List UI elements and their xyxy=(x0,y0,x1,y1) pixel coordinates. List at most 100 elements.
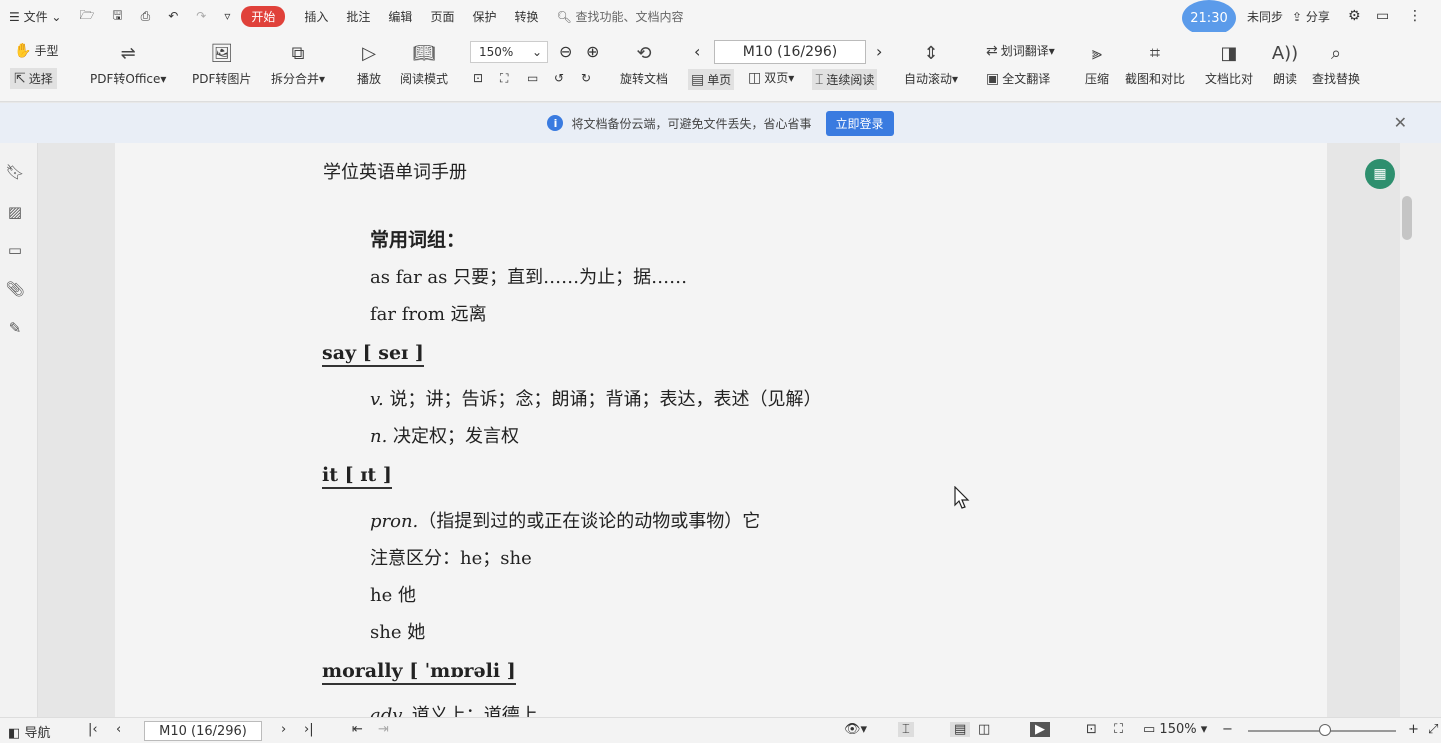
auto-scroll-button[interactable]: ⇕ 自动滚动▾ xyxy=(904,40,958,87)
next-page-icon[interactable]: › xyxy=(876,42,882,61)
bookmark-icon[interactable]: 🔖︎ xyxy=(5,163,24,181)
eye-protect-icon[interactable]: 👁︎▾ xyxy=(844,722,867,737)
tab-insert[interactable]: 插入 xyxy=(295,8,337,25)
save-icon[interactable]: 🖫 xyxy=(103,6,131,27)
image-icon: 🖼︎ xyxy=(210,42,234,64)
phrase-line: far from 远离 xyxy=(370,304,487,325)
tab-convert[interactable]: 转换 xyxy=(505,8,547,25)
headword: morally [ ˈmɒrəli ] xyxy=(322,660,516,685)
tab-start[interactable]: 开始 xyxy=(241,5,286,27)
continuous-icon[interactable]: ⌶ xyxy=(898,722,914,737)
zoom-slider-handle[interactable] xyxy=(1319,724,1331,736)
split-merge-button[interactable]: ⧉ 拆分合并▾ xyxy=(271,40,325,87)
redo-icon[interactable]: ↷ xyxy=(187,9,215,23)
status-bar: ◧ 导航 |‹ ‹ M10 (16/296) › ›| ⇤ ⇥ 👁︎▾ ⌶ ▤ … xyxy=(0,717,1441,743)
search-icon: ⌕ xyxy=(1330,42,1342,64)
share-icon: ⇪ xyxy=(1292,9,1303,24)
undo-icon[interactable]: ↶ xyxy=(159,9,187,23)
document-viewport[interactable]: 学位英语单词手册 常用词组： as far as 只要；直到……为止；据…… f… xyxy=(38,143,1400,717)
close-icon[interactable]: ✕ xyxy=(1394,113,1407,132)
zoom-out-icon[interactable]: ⊖ xyxy=(559,42,572,61)
open-icon[interactable]: 🗁 xyxy=(70,6,103,27)
continuous-read-button[interactable]: ⌶ 连续阅读 xyxy=(812,69,878,90)
word-translate-button[interactable]: ⇄ 划词翻译 ▾ xyxy=(986,42,1055,59)
rotate-doc-button[interactable]: ⟲ 旋转文档 xyxy=(620,40,668,87)
hamburger-icon: ☰ xyxy=(9,9,20,24)
info-icon: i xyxy=(547,115,564,131)
pdf-word-icon: ⇌ xyxy=(120,42,136,64)
hand-tool[interactable]: ✋ 手型 xyxy=(14,42,58,59)
running-head: 学位英语单词手册 xyxy=(323,162,467,183)
zoom-in-icon[interactable]: + xyxy=(1408,722,1419,737)
doc-translate-icon: ▣ xyxy=(986,70,1000,87)
single-page-button[interactable]: ▤ 单页 xyxy=(688,69,735,90)
share-button[interactable]: ⇪ 分享 xyxy=(1283,8,1339,25)
headword: say [ seɪ ] xyxy=(322,342,424,367)
rotate-left-icon[interactable]: ↺ xyxy=(554,71,564,85)
thumbnail-icon[interactable]: ▨ xyxy=(6,203,24,221)
fullscreen-icon[interactable]: ⤢ xyxy=(1428,722,1438,737)
read-mode-button[interactable]: 📖︎ 阅读模式 xyxy=(400,40,448,87)
search-box[interactable]: 🔍︎ 查找功能、文档内容 xyxy=(547,8,692,25)
doc-compare-button[interactable]: ◨ 文档比对 xyxy=(1205,40,1253,87)
pdf-to-office-button[interactable]: ⇌ PDF转Office▾ xyxy=(90,40,166,87)
compress-button[interactable]: ⫸ 压缩 xyxy=(1084,40,1110,87)
print-icon[interactable]: ⎙ xyxy=(132,9,160,24)
vertical-scrollbar-thumb[interactable] xyxy=(1402,196,1412,240)
tab-page[interactable]: 页面 xyxy=(421,8,463,25)
zoom-in-icon[interactable]: ⊕ xyxy=(586,42,599,61)
full-translate-button[interactable]: ▣ 全文翻译 xyxy=(986,70,1050,87)
tab-comment[interactable]: 批注 xyxy=(337,8,379,25)
login-button[interactable]: 立即登录 xyxy=(825,110,894,136)
fit-page-icon[interactable]: ⛶ xyxy=(1114,722,1123,737)
chevron-down-icon: ⌄ xyxy=(531,45,542,59)
left-sidebar: 🔖︎ ▨ ▭ 📎︎ ✎ xyxy=(0,143,38,717)
next-page-icon[interactable]: › xyxy=(281,722,286,737)
prev-page-icon[interactable]: ‹ xyxy=(116,722,121,737)
customize-icon[interactable]: ▿ xyxy=(215,9,239,23)
signature-icon[interactable]: ✎ xyxy=(6,319,24,337)
tab-edit[interactable]: 编辑 xyxy=(379,8,421,25)
comment-icon[interactable]: ▭ xyxy=(6,241,24,259)
file-menu[interactable]: ☰ 文件 ⌄ xyxy=(0,8,70,25)
back-icon[interactable]: ⇤ xyxy=(352,722,363,737)
double-page-icon[interactable]: ◫ xyxy=(978,722,990,737)
fit-page-icon[interactable]: ⛶ xyxy=(500,71,508,86)
fit-width-icon[interactable]: ▭ xyxy=(527,71,538,85)
phrase-line: as far as 只要；直到……为止；据…… xyxy=(370,267,688,288)
headword: it [ ɪt ] xyxy=(322,464,392,489)
play-icon[interactable]: ▶ xyxy=(1030,722,1050,737)
definition-line: n. 决定权；发言权 xyxy=(370,426,520,447)
find-replace-button[interactable]: ⌕ 查找替换 xyxy=(1312,40,1360,87)
status-page-input[interactable]: M10 (16/296) xyxy=(144,721,262,741)
zoom-level[interactable]: ▭ 150% ▾ xyxy=(1143,722,1207,737)
play-button[interactable]: ▷ 播放 xyxy=(356,40,382,87)
first-page-icon[interactable]: |‹ xyxy=(88,722,98,737)
pdf-to-image-button[interactable]: 🖼︎ PDF转图片 xyxy=(192,40,251,87)
nav-toggle[interactable]: ◧ 导航 xyxy=(8,722,50,741)
actual-size-icon[interactable]: ⊡ xyxy=(473,71,483,85)
zoom-out-icon[interactable]: − xyxy=(1222,722,1233,737)
attachment-icon[interactable]: 📎︎ xyxy=(5,280,24,298)
actual-size-icon[interactable]: ⊡ xyxy=(1086,722,1097,737)
last-page-icon[interactable]: ›| xyxy=(304,722,314,737)
single-page-icon[interactable]: ▤ xyxy=(950,722,971,737)
tab-protect[interactable]: 保护 xyxy=(463,8,505,25)
page-number-input[interactable]: M10 (16/296) xyxy=(714,40,866,64)
more-icon[interactable]: ⋮ xyxy=(1408,8,1422,24)
clock-badge: 21:30 xyxy=(1182,0,1236,36)
double-page-button[interactable]: ◫ 双页 ▾ xyxy=(748,69,794,86)
read-aloud-button[interactable]: A)) 朗读 xyxy=(1272,40,1298,87)
settings-icon[interactable]: ⚙ xyxy=(1348,8,1361,24)
rotate-right-icon[interactable]: ↻ xyxy=(581,71,591,85)
search-icon: 🔍︎ xyxy=(556,9,572,24)
select-tool[interactable]: ⇱ 选择 xyxy=(10,68,57,89)
forward-icon[interactable]: ⇥ xyxy=(378,722,389,737)
prev-page-icon[interactable]: ‹ xyxy=(694,42,700,61)
zoom-select[interactable]: 150% ⌄ xyxy=(470,41,548,63)
screenshot-compare-button[interactable]: ⌗ 截图和对比 xyxy=(1125,40,1185,87)
cursor-icon: ⇱ xyxy=(14,70,26,87)
spreadsheet-icon[interactable]: ▦ xyxy=(1365,159,1395,189)
feedback-icon[interactable]: ▭ xyxy=(1376,8,1389,24)
compress-icon: ⫸ xyxy=(1091,42,1103,64)
